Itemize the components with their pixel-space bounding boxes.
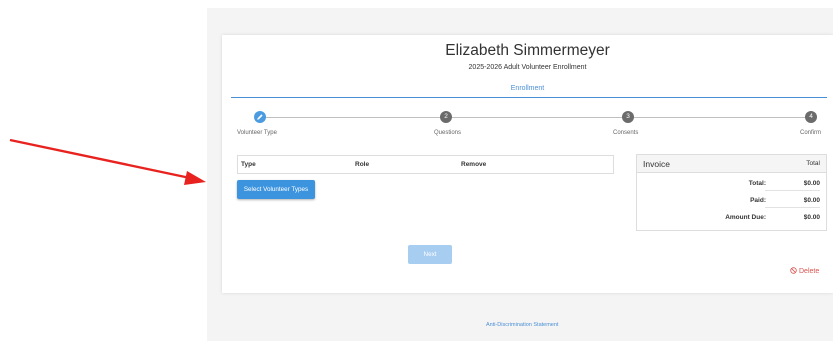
stepper-track <box>260 117 805 118</box>
step-label-consents: Consents <box>613 130 639 136</box>
tab-underline <box>231 97 827 98</box>
step-4-indicator[interactable]: 4 <box>805 111 817 123</box>
invoice-row-label: Total: <box>748 180 766 187</box>
step-label-confirm: Confirm <box>800 130 822 136</box>
tab-enrollment[interactable]: Enrollment <box>222 85 833 92</box>
invoice-panel: Invoice Total Total: $0.00 Paid: $0.00 A… <box>636 154 827 231</box>
invoice-row-total: Total: $0.00 <box>637 176 826 192</box>
invoice-row-value: $0.00 <box>803 214 820 221</box>
step-label-questions: Questions <box>434 130 462 136</box>
enrollment-card: Elizabeth Simmermeyer 2025-2026 Adult Vo… <box>222 35 833 293</box>
invoice-row-value: $0.00 <box>803 197 820 204</box>
invoice-title: Invoice <box>643 159 670 169</box>
invoice-row-label: Amount Due: <box>725 214 766 221</box>
invoice-row-label: Paid: <box>750 197 766 204</box>
invoice-total-header: Total <box>806 160 820 167</box>
column-remove: Remove <box>461 161 487 168</box>
ban-icon <box>790 267 797 274</box>
column-role: Role <box>355 161 370 168</box>
invoice-row-paid: Paid: $0.00 <box>637 193 826 209</box>
page-subtitle: 2025-2026 Adult Volunteer Enrollment <box>468 64 587 71</box>
page-title: Elizabeth Simmermeyer <box>445 42 610 59</box>
delete-link[interactable]: Delete <box>790 267 819 275</box>
row-divider <box>765 207 820 208</box>
step-1-pencil-icon[interactable] <box>254 111 266 123</box>
anti-discrimination-link[interactable]: Anti-Discrimination Statement <box>486 322 558 328</box>
next-button[interactable]: Next <box>408 245 452 264</box>
row-divider <box>765 190 820 191</box>
select-volunteer-types-button[interactable]: Select Volunteer Types <box>237 180 315 199</box>
delete-label: Delete <box>799 268 820 275</box>
step-3-indicator[interactable]: 3 <box>622 111 634 123</box>
invoice-row-value: $0.00 <box>803 180 820 187</box>
column-type: Type <box>241 161 256 168</box>
invoice-row-amount-due: Amount Due: $0.00 <box>637 210 826 226</box>
volunteer-type-table-header: Type Role Remove <box>237 155 614 174</box>
step-label-volunteer-type: Volunteer Type <box>237 130 277 136</box>
step-2-indicator[interactable]: 2 <box>440 111 452 123</box>
invoice-header: Invoice Total <box>637 155 826 173</box>
